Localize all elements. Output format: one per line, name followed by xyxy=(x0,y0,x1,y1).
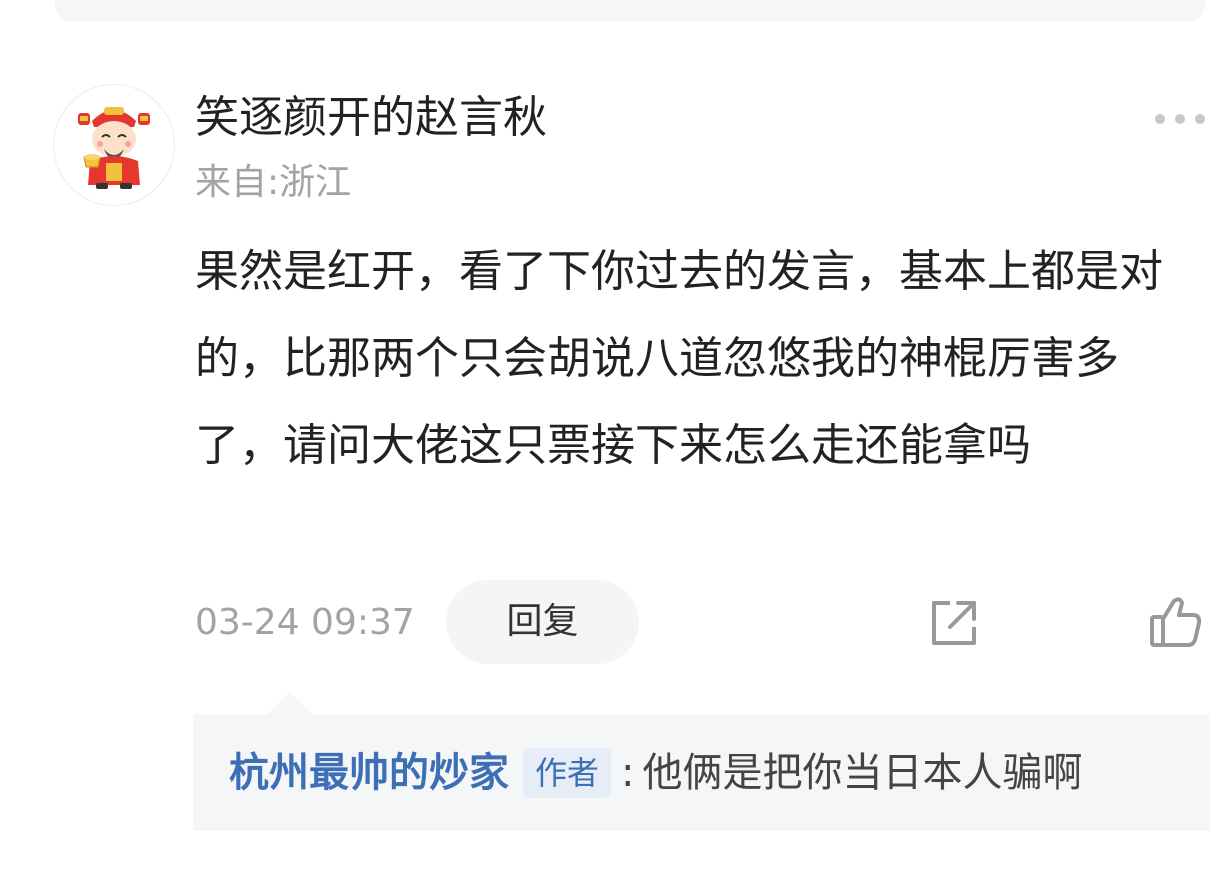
comment-timestamp: 03-24 09:37 xyxy=(195,602,415,643)
reply-button[interactable]: 回复 xyxy=(446,580,639,664)
comment-text: 果然是红开，看了下你过去的发言，基本上都是对的，比那两个只会胡说八道忽悠我的神棍… xyxy=(195,246,1163,471)
reply-separator: : xyxy=(621,750,635,796)
god-of-wealth-avatar-icon xyxy=(78,107,150,189)
user-avatar[interactable] xyxy=(53,84,175,206)
reply-author[interactable]: 杭州最帅的炒家 xyxy=(229,744,509,802)
like-button[interactable] xyxy=(1148,595,1204,649)
comment-username[interactable]: 笑逐颜开的赵言秋 xyxy=(195,88,547,148)
reply-text: 他俩是把你当日本人骗啊 xyxy=(642,750,1083,796)
reply-preview[interactable]: 杭州最帅的炒家 作者 : 他俩是把你当日本人骗啊 xyxy=(193,714,1210,831)
previous-card-edge xyxy=(55,0,1205,22)
reply-pointer xyxy=(268,692,312,714)
comment-location: 来自:浙江 xyxy=(195,162,352,203)
author-badge: 作者 xyxy=(523,748,612,798)
more-options-button[interactable] xyxy=(1150,104,1210,134)
reply-item[interactable]: 杭州最帅的炒家 作者 : 他俩是把你当日本人骗啊 xyxy=(229,744,1083,802)
share-button[interactable] xyxy=(928,597,980,649)
more-dots-icon xyxy=(1155,114,1205,124)
thumbs-up-icon xyxy=(1150,597,1202,647)
share-icon xyxy=(932,601,976,645)
